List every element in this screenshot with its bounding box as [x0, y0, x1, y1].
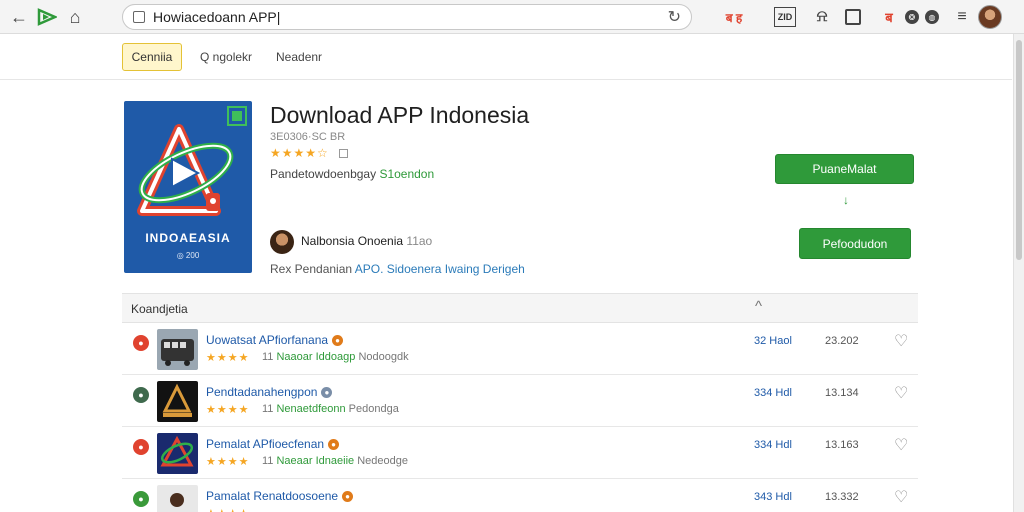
scrollbar-thumb[interactable] — [1016, 40, 1022, 260]
app-thumbnail[interactable] — [157, 381, 198, 422]
secondary-button[interactable]: Pefoodudon — [799, 228, 911, 259]
heart-icon[interactable]: ♡ — [894, 435, 908, 455]
download-button[interactable]: PuaneMalat — [775, 154, 914, 184]
list-item-meta: 11 Naeaar Idnaeiie Nedeodge — [262, 455, 408, 467]
list-item-stars: ★★★★ — [206, 456, 250, 468]
extension-icon[interactable]: ब ह — [709, 7, 759, 27]
developer-name-text: Nalbonsia Onoenia — [301, 234, 404, 248]
status-badge: ● — [133, 387, 149, 403]
list-item-name[interactable]: Pendtadanahengpon ● — [206, 385, 333, 399]
list-item-name[interactable]: Pemalat APfioecfenan ● — [206, 437, 340, 451]
reader-icon[interactable]: ZID — [774, 7, 796, 27]
logo-icon[interactable] — [36, 6, 58, 28]
app-size: 3E0306·SC BR — [270, 131, 346, 143]
status-badge: ● — [133, 439, 149, 455]
app-icon-brand: INDOAEASIA — [145, 231, 231, 245]
collapse-caret-icon[interactable]: ^ — [755, 298, 762, 315]
description-link[interactable]: APO. Sidoenera Iwaing Derigeh — [355, 262, 525, 276]
list-item-size: 334 Hdl — [754, 439, 792, 451]
list-item-count: 13.134 — [825, 387, 859, 399]
address-bar[interactable]: ↻ — [122, 4, 692, 30]
record-icon[interactable]: ब — [879, 7, 899, 27]
app-thumbnail[interactable] — [157, 485, 198, 512]
list-item-stars: ★★★★ — [206, 352, 250, 364]
verified-icon: ● — [332, 335, 344, 347]
developer-name[interactable]: Nalbonsia Onoenia 11ao — [301, 234, 432, 248]
nav-link-second[interactable]: Neadenr — [276, 50, 322, 64]
list-item-stars: ★★★★ — [206, 507, 249, 512]
profile-sync-icon[interactable]: ◍ — [925, 10, 939, 24]
list-item-meta: 11 Naaoar Iddoagp Nodoogdk — [262, 351, 409, 363]
list-item[interactable]: ●Pamalat Renatdoosoene●★★★★ 343 Hdl13.33… — [122, 479, 918, 512]
url-input[interactable] — [153, 9, 668, 25]
list-item-stars: ★★★★ — [206, 404, 250, 416]
app-category: Pandetowdoenbgay S1oendon — [270, 167, 434, 181]
verified-icon: ● — [328, 439, 340, 451]
list-item-count: 13.163 — [825, 439, 859, 451]
list-item-count: 23.202 — [825, 335, 859, 347]
list-item[interactable]: ● Uowatsat APfiorfanana ● ★★★★ 11 Naaoar Idd… — [122, 323, 918, 375]
list-header: Koandjetia ^ — [122, 293, 918, 323]
status-badge: ● — [133, 335, 149, 351]
lock-icon — [133, 11, 145, 23]
list-header-label: Koandjetia — [131, 302, 188, 316]
back-arrow-icon[interactable]: ← — [8, 6, 30, 28]
app-thumbnail[interactable] — [157, 329, 198, 370]
list-item-size: 32 Haol — [754, 335, 792, 347]
notification-icon[interactable]: ⍾ — [812, 7, 832, 27]
menu-icon[interactable]: ≡ — [953, 7, 971, 27]
list-item[interactable]: ● Pendtadanahengpon ● ★★★★ 11 Nenaetdfeonn P… — [122, 375, 918, 427]
category-link[interactable]: S1oendon — [379, 167, 434, 181]
app-rating-stars: ★★★★☆ — [270, 146, 329, 160]
list-item-size: 343 Hdl — [754, 491, 792, 503]
list-item[interactable]: ● Pemalat APfioecfenan ● ★★★★ 11 Naeaar Idna… — [122, 427, 918, 479]
description-prefix: Rex Pendanian — [270, 262, 355, 276]
app-title: Download APP Indonesia — [270, 102, 530, 128]
bookmark-icon[interactable] — [845, 9, 861, 25]
user-avatar[interactable] — [978, 5, 1002, 29]
reload-icon[interactable]: ↻ — [668, 7, 681, 27]
heart-icon[interactable]: ♡ — [894, 331, 908, 351]
arrow-down-icon: ↓ — [843, 193, 849, 207]
page-nav: Cenniia Q ngolekr Neadenr — [0, 34, 1012, 80]
app-icon: INDOAEASIA ◎ 200 — [124, 101, 252, 273]
verified-icon: ● — [321, 387, 333, 399]
list-item-name[interactable]: Uowatsat APfiorfanana ● — [206, 333, 344, 347]
scrollbar[interactable] — [1013, 34, 1024, 512]
heart-icon[interactable]: ♡ — [894, 487, 908, 507]
app-description: Rex Pendanian APO. Sidoenera Iwaing Deri… — [270, 262, 525, 276]
home-icon[interactable]: ⌂ — [64, 6, 86, 28]
developer-avatar — [270, 230, 294, 254]
settings-icon[interactable]: ❂ — [905, 10, 919, 24]
verified-icon: ● — [342, 491, 354, 503]
category-prefix: Pandetowdoenbgay — [270, 167, 380, 181]
nav-tab-active[interactable]: Cenniia — [122, 43, 182, 71]
list-item-count: 13.332 — [825, 491, 859, 503]
info-icon[interactable] — [339, 149, 348, 158]
heart-icon[interactable]: ♡ — [894, 383, 908, 403]
nav-link-search[interactable]: Q ngolekr — [200, 50, 252, 64]
list-item-size: 334 Hdl — [754, 387, 792, 399]
list-item-meta: 11 Nenaetdfeonn Pedondga — [262, 403, 399, 415]
developer-suffix: 11ao — [406, 234, 433, 248]
app-icon-subtitle: ◎ 200 — [176, 251, 200, 260]
list-item-name[interactable]: Pamalat Renatdoosoene ● — [206, 489, 354, 503]
browser-toolbar: ← ⌂ ↻ ब ह ZID ⍾ ब ❂ ◍ ≡ — [0, 0, 1024, 34]
status-badge: ● — [133, 491, 149, 507]
app-thumbnail[interactable] — [157, 433, 198, 474]
